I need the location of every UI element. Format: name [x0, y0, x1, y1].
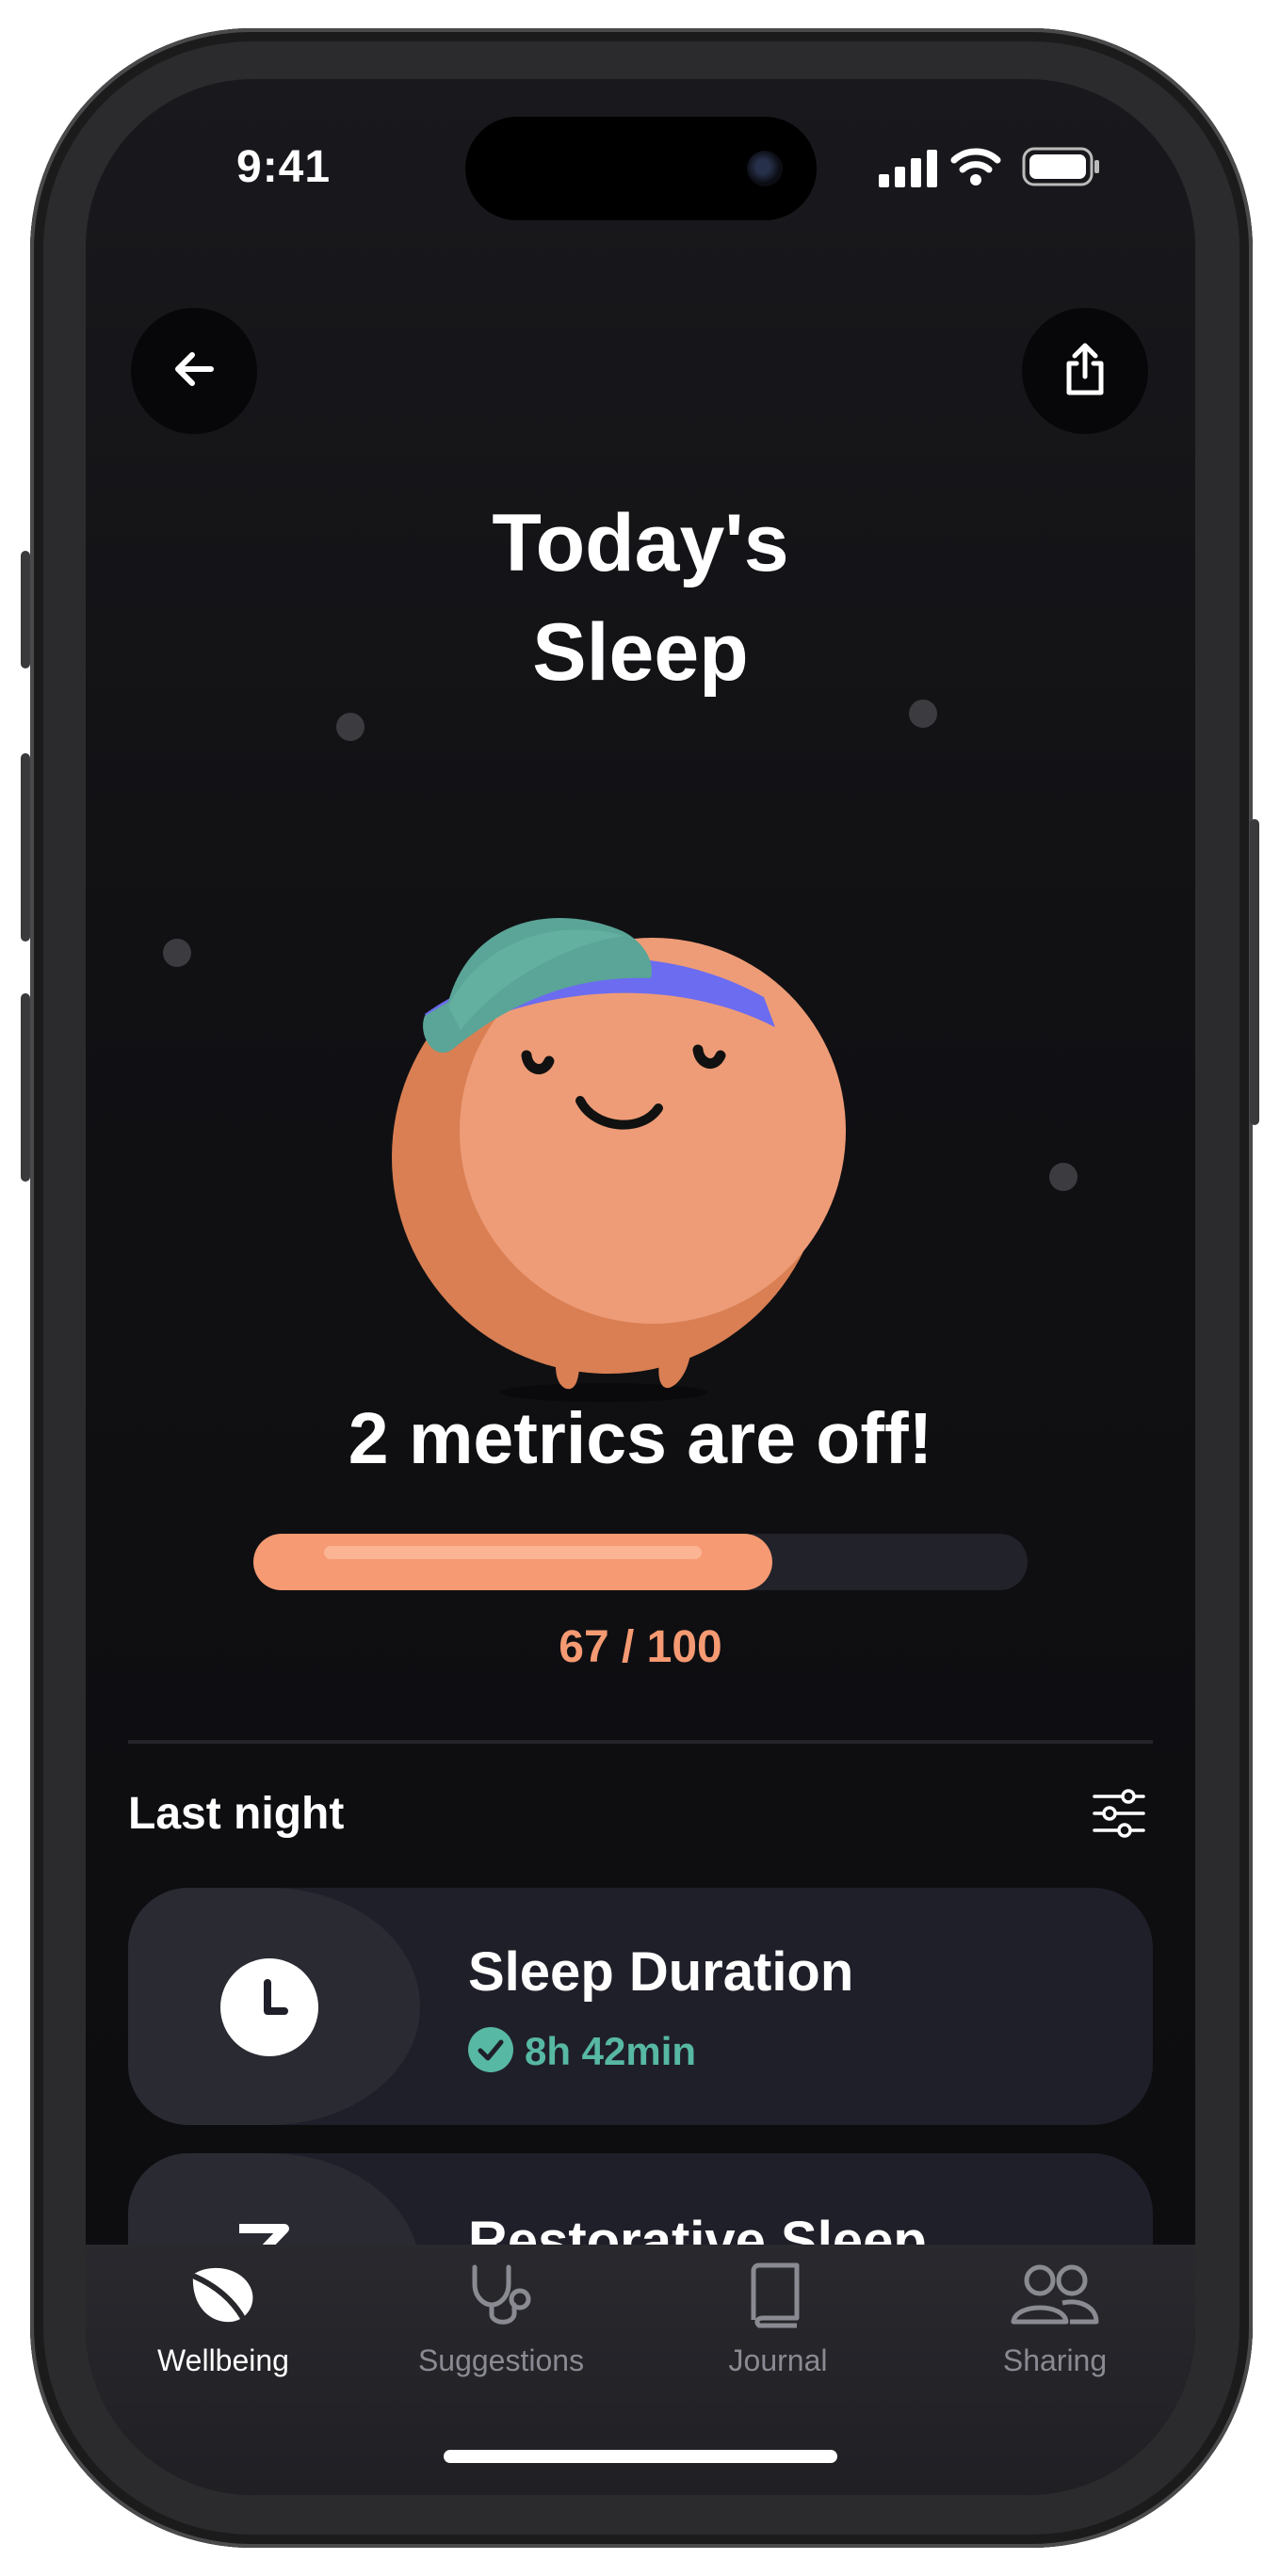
- app-screen: 9:41 Today's Sleep 2 metrics are off! 67…: [86, 79, 1195, 2495]
- title-line-2: Sleep: [532, 607, 749, 698]
- share-icon: [1059, 341, 1111, 402]
- signal-icon: [879, 150, 939, 192]
- metric-card-sleep-duration[interactable]: Sleep Duration 8h 42min: [128, 1888, 1153, 2125]
- section-divider: [128, 1740, 1153, 1744]
- tab-suggestions[interactable]: Suggestions: [383, 2262, 619, 2378]
- score-text: 67 / 100: [559, 1622, 722, 1672]
- arrow-left-icon: [168, 343, 220, 400]
- people-icon: [1008, 2264, 1102, 2333]
- tab-label: Suggestions: [417, 2343, 585, 2377]
- volume-down-button: [21, 993, 30, 1182]
- tab-sharing[interactable]: Sharing: [937, 2262, 1173, 2378]
- book-icon: [740, 2262, 816, 2333]
- tab-journal[interactable]: Journal: [660, 2262, 896, 2378]
- volume-up-button: [21, 753, 30, 942]
- clock-icon: [220, 1958, 318, 2061]
- decor-dot: [163, 939, 191, 967]
- check-circle-icon: [468, 2027, 513, 2077]
- stethoscope-icon: [463, 2264, 539, 2333]
- score-progress-shine: [324, 1546, 702, 1559]
- metrics-headline: 2 metrics are off!: [348, 1398, 933, 1479]
- sleep-mascot-illustration: [359, 818, 867, 1425]
- battery-icon: [1022, 147, 1101, 191]
- card-title: Sleep Duration: [468, 1941, 854, 2003]
- decor-dot: [909, 700, 937, 728]
- score-progress-bar: [253, 1534, 1028, 1590]
- sliders-icon: [1091, 1789, 1147, 1843]
- dynamic-island: [465, 117, 817, 220]
- filter-button[interactable]: [1091, 1787, 1153, 1843]
- action-button: [21, 551, 30, 668]
- tab-wellbeing[interactable]: Wellbeing: [105, 2262, 341, 2378]
- leaf-icon: [186, 2267, 261, 2333]
- power-button: [1250, 819, 1259, 1125]
- page-title: Today's Sleep: [274, 489, 1007, 707]
- card-value: 8h 42min: [525, 2029, 697, 2073]
- share-button[interactable]: [1022, 308, 1148, 434]
- tab-label: Sharing: [1002, 2343, 1108, 2377]
- tab-label: Journal: [728, 2343, 828, 2377]
- title-line-1: Today's: [492, 498, 789, 588]
- decor-dot: [1049, 1163, 1077, 1191]
- wifi-icon: [950, 147, 1001, 191]
- score-progress-fill: [253, 1534, 772, 1590]
- back-button[interactable]: [131, 308, 257, 434]
- section-label: Last night: [128, 1789, 345, 1839]
- status-time: 9:41: [236, 142, 332, 192]
- tab-label: Wellbeing: [157, 2343, 289, 2377]
- home-indicator[interactable]: [444, 2450, 837, 2463]
- decor-dot: [336, 713, 365, 741]
